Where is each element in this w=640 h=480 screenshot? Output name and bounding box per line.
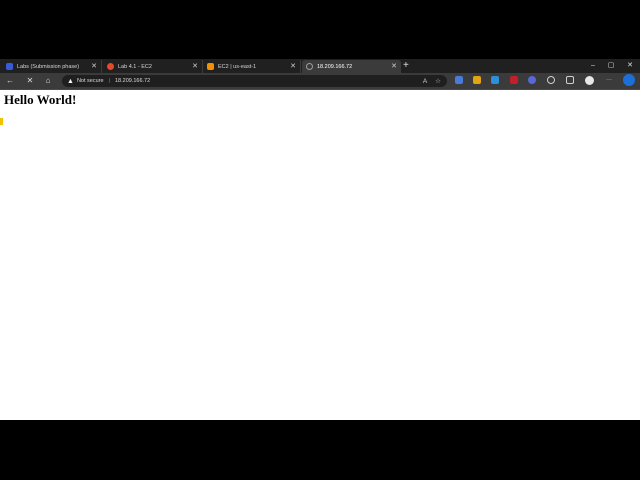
tab-strip: Labs (Submission phase) ✕ Lab 4.1 - EC2 … [0,59,640,73]
web-page-content: Hello World! [0,90,640,420]
collections-icon[interactable] [566,76,574,84]
labs-favicon-icon [6,63,13,70]
bing-copilot-icon[interactable] [623,74,635,86]
close-tab-icon[interactable]: ✕ [91,63,97,70]
new-tab-button[interactable]: + [403,60,409,72]
extension-blue-circle-icon[interactable] [528,76,536,84]
url-text[interactable]: 18.209.166.72 [115,78,150,84]
lab-favicon-icon [107,63,114,70]
home-button[interactable]: ⌂ [42,75,54,87]
more-menu-button[interactable]: ··· [603,76,615,84]
back-button[interactable]: ← [4,75,16,87]
tab-title: Lab 4.1 - EC2 [118,63,152,70]
tab-active-site[interactable]: 18.209.166.72 ✕ [302,60,401,73]
warning-icon[interactable]: ▲ [67,78,74,85]
address-separator: | [108,78,110,84]
extension-red-icon[interactable] [510,76,518,84]
loading-spinner-icon [306,63,313,70]
tab-lab-4-1[interactable]: Lab 4.1 - EC2 ✕ [103,60,203,73]
sync-icon[interactable] [547,76,555,84]
read-aloud-icon[interactable]: A [423,78,427,85]
profile-avatar-icon[interactable] [585,76,594,85]
mouse-pointer-highlight [0,118,3,125]
favorite-star-icon[interactable]: ☆ [435,77,441,85]
tab-labs[interactable]: Labs (Submission phase) ✕ [2,60,102,73]
page-heading: Hello World! [4,92,77,107]
toolbar: ← ✕ ⌂ ▲ Not secure | 18.209.166.72 A ☆ ·… [0,73,640,89]
close-window-button[interactable]: ✕ [624,60,636,72]
security-label[interactable]: Not secure [77,78,104,84]
aws-favicon-icon [207,63,214,70]
minimize-button[interactable]: – [587,60,599,72]
extension-folder-icon[interactable] [473,76,481,84]
address-bar[interactable]: ▲ Not secure | 18.209.166.72 A ☆ [62,75,447,87]
tab-title: Labs (Submission phase) [17,63,80,70]
tab-title: 18.209.166.72 [317,63,353,70]
tab-title: EC2 | us-east-1 [218,63,257,70]
maximize-button[interactable]: ▢ [605,60,617,72]
browser-window: Labs (Submission phase) ✕ Lab 4.1 - EC2 … [0,59,640,420]
stop-loading-button[interactable]: ✕ [24,75,36,87]
extension-box-icon[interactable] [491,76,499,84]
close-tab-icon[interactable]: ✕ [192,63,198,70]
extension-icon[interactable] [455,76,463,84]
close-tab-icon[interactable]: ✕ [391,63,397,70]
close-tab-icon[interactable]: ✕ [290,63,296,70]
tab-ec2-console[interactable]: EC2 | us-east-1 ✕ [203,60,301,73]
